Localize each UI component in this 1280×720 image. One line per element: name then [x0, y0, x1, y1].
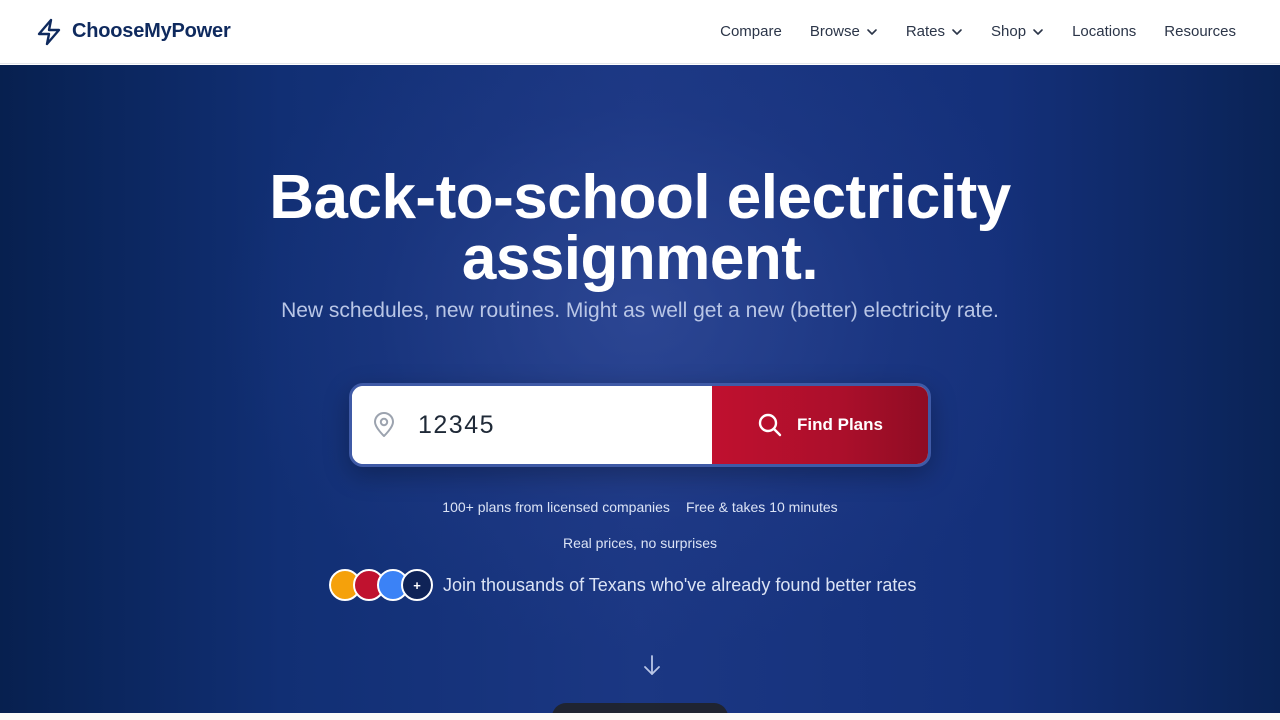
- zip-field-wrapper[interactable]: [352, 386, 712, 464]
- brand-name: ChooseMyPower: [72, 20, 231, 42]
- nav-shop-label: Shop: [991, 23, 1027, 40]
- arrow-down-icon[interactable]: [640, 653, 664, 679]
- nav-compare[interactable]: Compare: [720, 23, 782, 40]
- location-pin-icon: [372, 412, 396, 438]
- avatar-plus: +: [401, 569, 433, 601]
- nav-resources-label: Resources: [1164, 23, 1236, 40]
- feature-list: 100+ plans from licensed companies Free …: [0, 499, 1280, 515]
- find-plans-label: Find Plans: [797, 415, 883, 434]
- next-section-edge: [0, 713, 1280, 720]
- lightning-bolt-icon: [36, 18, 62, 46]
- nav-locations[interactable]: Locations: [1072, 23, 1136, 40]
- main-nav: Compare Browse Rates Shop Locations Reso…: [720, 23, 1236, 40]
- site-header: ChooseMyPower Compare Browse Rates Shop …: [0, 0, 1280, 64]
- hero-title: Back-to-school electricity assignment.: [0, 167, 1280, 290]
- feature-real-prices: Real prices, no surprises: [562, 535, 718, 551]
- search-icon: [757, 412, 783, 438]
- chevron-down-icon: [866, 26, 878, 38]
- feature-plans: 100+ plans from licensed companies: [442, 499, 670, 515]
- nav-compare-label: Compare: [720, 23, 782, 40]
- nav-locations-label: Locations: [1072, 23, 1137, 40]
- hero-title-line1: Back-to-school electricity: [269, 163, 1011, 232]
- find-plans-button[interactable]: Find Plans: [712, 386, 928, 464]
- chevron-down-icon: [1032, 26, 1044, 38]
- floating-toolbar[interactable]: [552, 703, 728, 713]
- brand-logo-link[interactable]: ChooseMyPower: [36, 18, 231, 46]
- hero-title-line2: assignment.: [461, 224, 819, 293]
- zip-search-form: Find Plans: [349, 383, 931, 467]
- nav-resources[interactable]: Resources: [1164, 23, 1236, 40]
- feature-free: Free & takes 10 minutes: [685, 499, 838, 515]
- hero-subtitle: New schedules, new routines. Might as we…: [281, 299, 999, 322]
- social-proof-text: Join thousands of Texans who've already …: [443, 574, 917, 595]
- avatar-stack: +: [329, 569, 433, 601]
- hero-section: Back-to-school electricity assignment. N…: [0, 65, 1280, 713]
- nav-rates-label: Rates: [905, 23, 946, 40]
- nav-rates[interactable]: Rates: [906, 23, 963, 40]
- nav-shop[interactable]: Shop: [991, 23, 1044, 40]
- nav-browse-label: Browse: [809, 23, 860, 40]
- social-proof: + Join thousands of Texans who've alread…: [329, 568, 916, 602]
- chevron-down-icon: [951, 26, 963, 38]
- zip-code-input[interactable]: [418, 410, 678, 440]
- nav-browse[interactable]: Browse: [810, 23, 878, 40]
